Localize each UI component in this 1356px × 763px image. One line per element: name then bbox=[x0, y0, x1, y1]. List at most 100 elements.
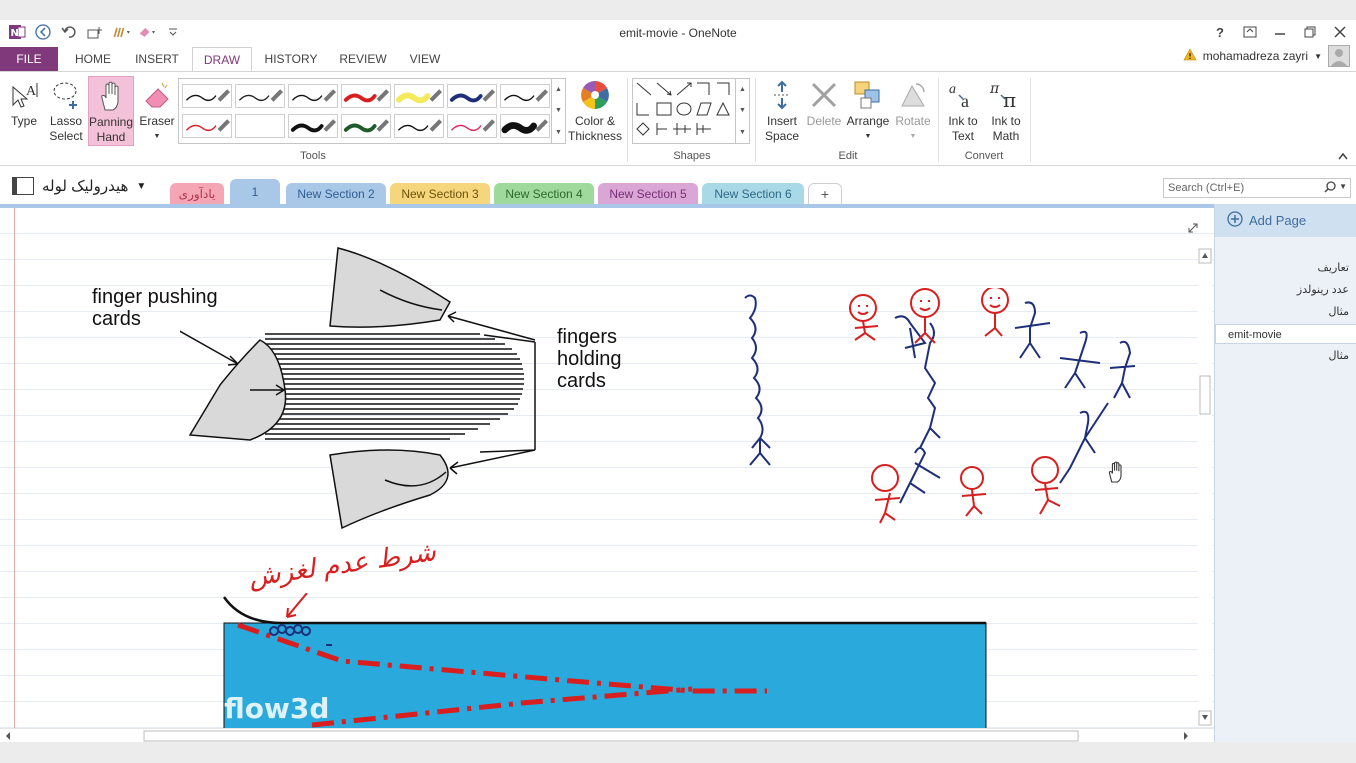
page-list-pane: Add Page تعاریف عدد رینولدز مثال emit-mo… bbox=[1214, 204, 1356, 743]
hand-icon bbox=[97, 79, 125, 113]
insert-space-button[interactable]: Insert Space bbox=[762, 78, 802, 144]
tab-review[interactable]: REVIEW bbox=[334, 47, 392, 71]
ribbon-display-icon[interactable] bbox=[1238, 22, 1262, 42]
user-account[interactable]: mohamadreza zayri ▼ bbox=[1183, 45, 1350, 67]
scroll-down-icon[interactable]: ▼ bbox=[739, 107, 746, 114]
section-tab-1[interactable]: 1 bbox=[230, 179, 280, 205]
pen-swatch[interactable] bbox=[235, 114, 285, 138]
tab-file[interactable]: FILE bbox=[0, 47, 58, 71]
delete-button[interactable]: Delete bbox=[804, 78, 844, 129]
pen-swatch[interactable] bbox=[288, 114, 338, 138]
section-tab-5[interactable]: New Section 5 bbox=[598, 183, 698, 205]
rotate-button[interactable]: Rotate ▼ bbox=[892, 78, 934, 144]
gallery-more-icon[interactable]: ▼ bbox=[555, 129, 562, 136]
add-circle-icon bbox=[1227, 211, 1243, 230]
section-tab-2[interactable]: New Section 2 bbox=[286, 183, 386, 205]
page-item[interactable]: مثال bbox=[1215, 346, 1356, 366]
collapse-ribbon-icon[interactable] bbox=[1338, 152, 1348, 163]
help-button[interactable]: ? bbox=[1208, 22, 1232, 42]
page-item[interactable]: تعاریف bbox=[1215, 258, 1356, 278]
shapes-gallery-scroll[interactable]: ▲ ▼ ▼ bbox=[735, 79, 749, 143]
label-fingers-holding: fingers holding cards bbox=[557, 326, 622, 392]
delete-icon bbox=[809, 78, 839, 112]
chevron-down-icon[interactable]: ▼ bbox=[1339, 182, 1347, 191]
bottom-strip bbox=[0, 742, 1356, 763]
page-canvas[interactable]: finger pushing cards fingers holding car… bbox=[0, 208, 1214, 728]
color-thickness-button[interactable]: Color & Thickness bbox=[568, 78, 622, 144]
tab-draw[interactable]: DRAW bbox=[192, 47, 252, 71]
type-button[interactable]: A Type bbox=[6, 78, 42, 129]
ribbon-tabs: FILE HOME INSERT DRAW HISTORY REVIEW VIE… bbox=[0, 45, 1356, 71]
lasso-select-button[interactable]: Lasso Select bbox=[46, 78, 86, 144]
scroll-down-icon[interactable]: ▼ bbox=[555, 107, 562, 114]
color-wheel-icon bbox=[580, 78, 610, 112]
pen-swatch[interactable] bbox=[235, 84, 285, 108]
chevron-down-icon: ▼ bbox=[153, 133, 161, 140]
lasso-icon bbox=[51, 78, 81, 112]
pen-swatch[interactable] bbox=[500, 114, 550, 138]
pen-gallery-scroll[interactable]: ▲ ▼ ▼ bbox=[551, 79, 565, 143]
ink-to-math-button[interactable]: ππ Ink to Math bbox=[986, 78, 1026, 144]
section-tab-reminder[interactable]: یادآوری bbox=[170, 183, 224, 205]
tools-group-label: Tools bbox=[300, 150, 326, 162]
tab-home[interactable]: HOME bbox=[64, 47, 122, 71]
hand-cursor-icon bbox=[1106, 460, 1126, 487]
vertical-scrollbar[interactable] bbox=[1198, 248, 1212, 726]
pen-swatch[interactable] bbox=[288, 84, 338, 108]
group-separator bbox=[1030, 78, 1031, 162]
minimize-icon[interactable] bbox=[1268, 22, 1292, 42]
search-input[interactable]: Search (Ctrl+E) ▼ bbox=[1163, 178, 1351, 198]
onenote-window: N emit-movie - OneNote ? FILE HOME INSER… bbox=[0, 0, 1356, 763]
pen-swatch[interactable] bbox=[182, 84, 232, 108]
ink-to-text-button[interactable]: aa Ink to Text bbox=[942, 78, 984, 144]
chevron-down-icon: ▼ bbox=[136, 180, 147, 192]
rotate-icon bbox=[898, 78, 928, 112]
tab-history[interactable]: HISTORY bbox=[258, 47, 324, 71]
eraser-button[interactable]: Eraser ▼ bbox=[138, 78, 176, 144]
section-tab-6[interactable]: New Section 6 bbox=[702, 183, 804, 205]
label-finger-pushing: finger pushing cards bbox=[92, 286, 218, 330]
add-page-button[interactable]: Add Page bbox=[1215, 204, 1356, 237]
horizontal-scrollbar[interactable] bbox=[0, 728, 1214, 742]
convert-group-label: Convert bbox=[964, 150, 1004, 162]
window-title: emit-movie - OneNote bbox=[619, 26, 737, 40]
close-icon[interactable] bbox=[1328, 22, 1352, 42]
pen-swatch[interactable] bbox=[341, 84, 391, 108]
section-bar: هیدرولیک لوله ▼ یادآوری 1 New Section 2 … bbox=[0, 167, 1356, 207]
pen-swatch[interactable] bbox=[394, 84, 444, 108]
ink-to-math-icon: ππ bbox=[989, 78, 1023, 112]
svg-text:π: π bbox=[1003, 88, 1016, 111]
notebook-picker[interactable]: هیدرولیک لوله ▼ bbox=[12, 177, 146, 195]
tab-insert[interactable]: INSERT bbox=[128, 47, 186, 71]
pen-swatch[interactable] bbox=[447, 114, 497, 138]
search-icon[interactable] bbox=[1324, 181, 1336, 196]
gallery-more-icon[interactable]: ▼ bbox=[739, 129, 746, 136]
add-section-button[interactable]: + bbox=[808, 183, 842, 205]
pen-swatch[interactable] bbox=[182, 114, 232, 138]
shapes-group-label: Shapes bbox=[673, 150, 711, 162]
panning-hand-button[interactable]: Panning Hand bbox=[88, 76, 134, 146]
chevron-down-icon: ▼ bbox=[864, 133, 872, 140]
section-tab-3[interactable]: New Section 3 bbox=[390, 183, 490, 205]
group-separator bbox=[755, 78, 756, 162]
warning-icon bbox=[1183, 48, 1197, 64]
pen-gallery: ▲ ▼ ▼ bbox=[178, 78, 566, 144]
pen-swatch[interactable] bbox=[341, 114, 391, 138]
page-item-selected[interactable]: emit-movie bbox=[1215, 324, 1356, 344]
section-tab-4[interactable]: New Section 4 bbox=[494, 183, 594, 205]
user-name: mohamadreza zayri bbox=[1202, 49, 1309, 63]
pen-swatch[interactable] bbox=[500, 84, 550, 108]
expand-icon[interactable] bbox=[1187, 222, 1199, 237]
page-item[interactable]: مثال bbox=[1215, 302, 1356, 322]
tab-view[interactable]: VIEW bbox=[400, 47, 450, 71]
scroll-up-icon[interactable]: ▲ bbox=[555, 86, 562, 93]
window-controls: ? bbox=[1208, 22, 1352, 42]
pen-swatch[interactable] bbox=[394, 114, 444, 138]
page-item[interactable]: عدد رینولدز bbox=[1215, 280, 1356, 300]
shapes-icons[interactable] bbox=[633, 79, 737, 143]
scroll-up-icon[interactable]: ▲ bbox=[739, 86, 746, 93]
arrange-button[interactable]: Arrange ▼ bbox=[846, 78, 890, 144]
pen-swatch[interactable] bbox=[447, 84, 497, 108]
notebook-icon bbox=[12, 177, 34, 195]
restore-icon[interactable] bbox=[1298, 22, 1322, 42]
